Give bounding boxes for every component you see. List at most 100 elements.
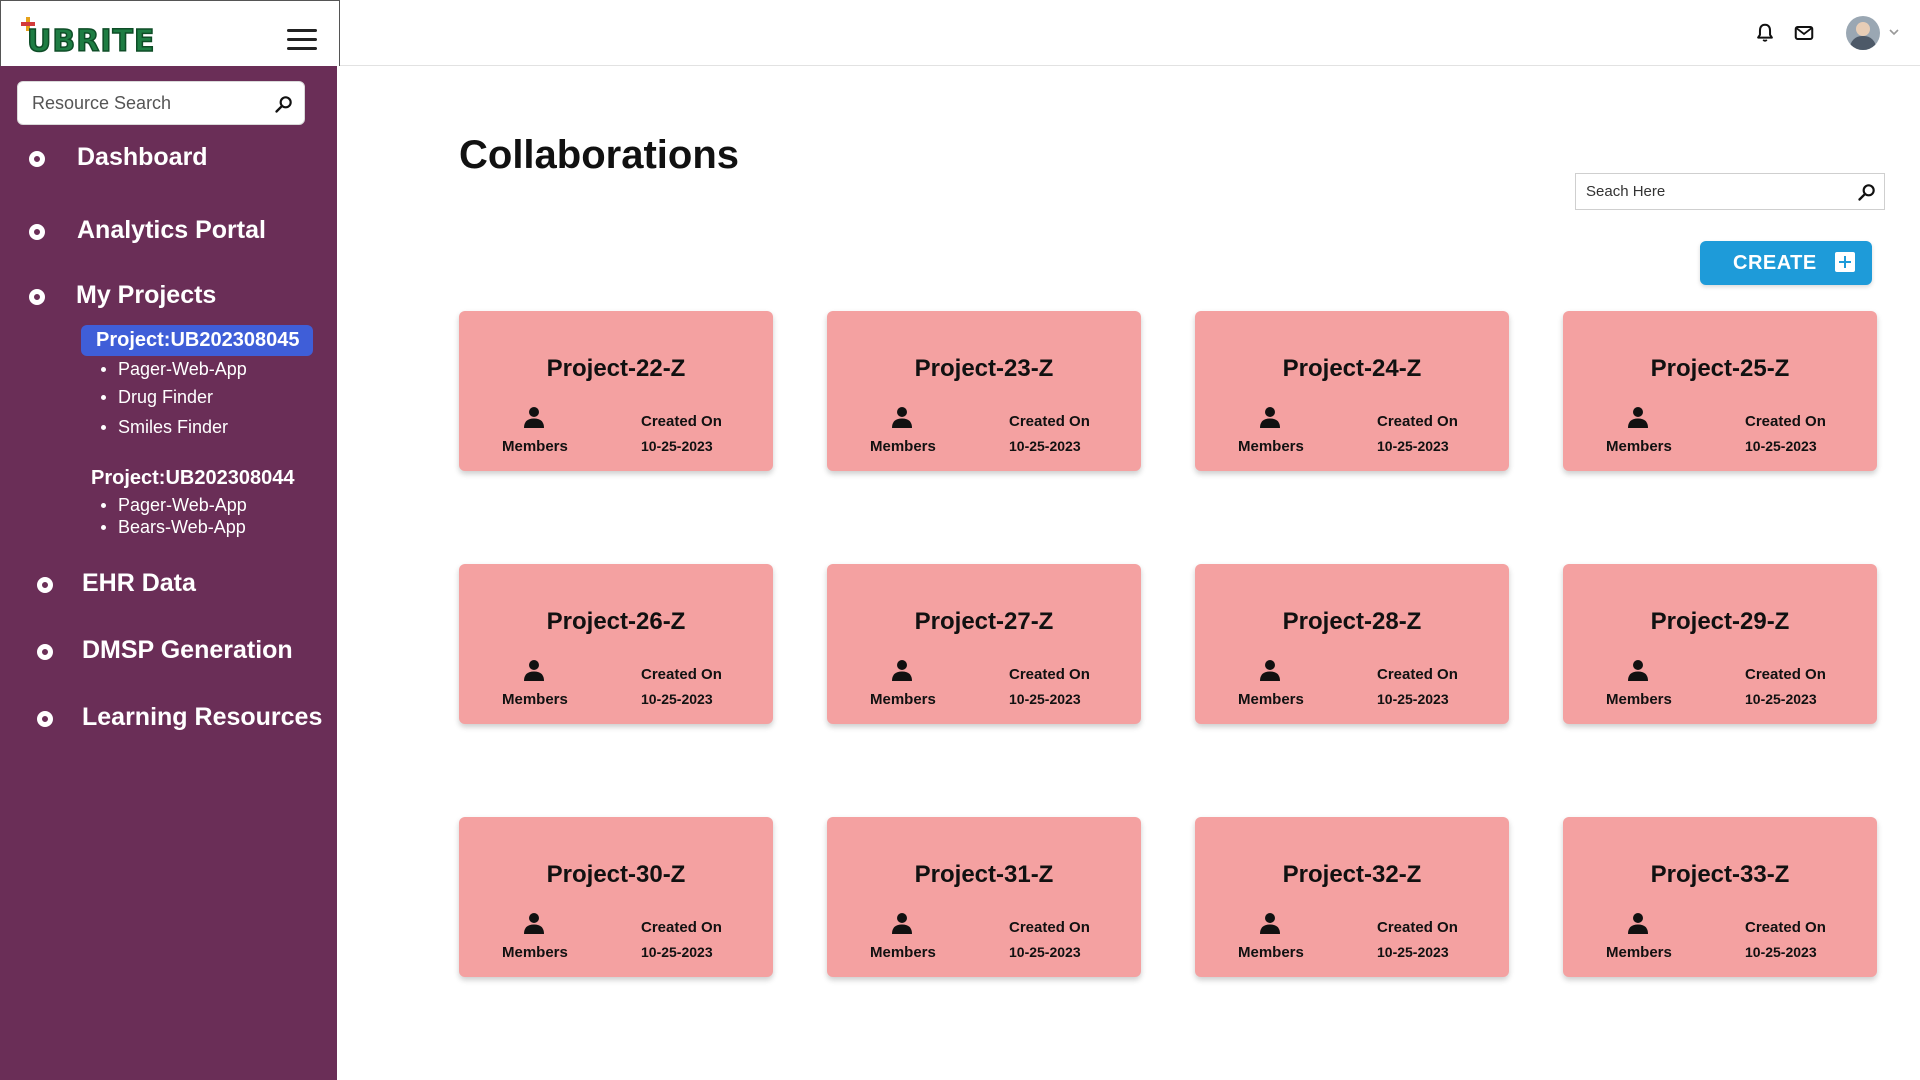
project-app-item[interactable]: Bears-Web-App: [101, 517, 246, 538]
created-on-label: Created On: [641, 666, 722, 683]
search-icon[interactable]: [274, 94, 294, 114]
bullet-icon: [29, 224, 45, 240]
created-on-label: Created On: [1009, 919, 1090, 936]
created-date: 10-25-2023: [641, 944, 713, 960]
project-card[interactable]: Project-25-Z Members Created On 10-25-20…: [1563, 311, 1877, 471]
create-button-label: CREATE: [1733, 252, 1817, 274]
search-icon[interactable]: [1857, 182, 1877, 202]
chevron-down-icon[interactable]: [1888, 26, 1900, 38]
created-date: 10-25-2023: [1377, 691, 1449, 707]
app-logo: UBRITE: [26, 24, 156, 59]
members-label: Members: [502, 438, 568, 455]
created-date: 10-25-2023: [1745, 691, 1817, 707]
project-card[interactable]: Project-28-Z Members Created On 10-25-20…: [1195, 564, 1509, 724]
project-card-title: Project-31-Z: [914, 861, 1054, 888]
project-app-item[interactable]: Pager-Web-App: [101, 359, 247, 380]
created-on-label: Created On: [1377, 666, 1458, 683]
members-label: Members: [1606, 944, 1672, 961]
project-card[interactable]: Project-32-Z Members Created On 10-25-20…: [1195, 817, 1509, 977]
created-on-label: Created On: [1377, 919, 1458, 936]
created-date: 10-25-2023: [1745, 438, 1817, 454]
bell-icon[interactable]: [1754, 22, 1776, 44]
nav-item-analytics-portal[interactable]: Analytics Portal: [0, 214, 337, 254]
top-bar: [340, 0, 1920, 66]
project-card[interactable]: Project-30-Z Members Created On 10-25-20…: [459, 817, 773, 977]
bullet-icon: [37, 644, 53, 660]
members-label: Members: [1606, 691, 1672, 708]
resource-search-input[interactable]: [32, 82, 262, 124]
collaborations-search-input[interactable]: [1586, 174, 1836, 209]
bullet-icon: [29, 151, 45, 167]
created-on-label: Created On: [641, 919, 722, 936]
nav-item-dashboard[interactable]: Dashboard: [0, 141, 337, 181]
created-on-label: Created On: [1377, 413, 1458, 430]
user-icon: [892, 660, 912, 681]
create-button[interactable]: CREATE: [1700, 241, 1872, 285]
created-on-label: Created On: [1745, 666, 1826, 683]
project-app-item[interactable]: Smiles Finder: [100, 417, 228, 438]
user-avatar[interactable]: [1846, 16, 1880, 50]
project-card-title: Project-30-Z: [546, 861, 686, 888]
created-date: 10-25-2023: [1009, 438, 1081, 454]
bullet-icon: [37, 711, 53, 727]
project-card-title: Project-33-Z: [1650, 861, 1790, 888]
project-card[interactable]: Project-27-Z Members Created On 10-25-20…: [827, 564, 1141, 724]
created-date: 10-25-2023: [1009, 944, 1081, 960]
project-card-title: Project-22-Z: [546, 355, 686, 382]
project-card[interactable]: Project-23-Z Members Created On 10-25-20…: [827, 311, 1141, 471]
project-card-title: Project-23-Z: [914, 355, 1054, 382]
collaborations-search-box: [1575, 173, 1885, 210]
mail-icon[interactable]: [1793, 22, 1815, 44]
created-on-label: Created On: [1745, 413, 1826, 430]
project-card[interactable]: Project-29-Z Members Created On 10-25-20…: [1563, 564, 1877, 724]
bullet-icon: [29, 289, 45, 305]
project-app-item[interactable]: Pager-Web-App: [101, 495, 247, 516]
nav-item-ehr-data[interactable]: EHR Data: [0, 568, 337, 608]
user-icon: [524, 407, 544, 428]
project-card-title: Project-28-Z: [1282, 608, 1422, 635]
created-on-label: Created On: [1009, 666, 1090, 683]
project-item-ub202308045[interactable]: Project:UB202308045: [81, 325, 314, 356]
created-date: 10-25-2023: [1009, 691, 1081, 707]
nav-item-dmsp-generation[interactable]: DMSP Generation: [0, 635, 337, 675]
members-label: Members: [870, 944, 936, 961]
user-icon: [1628, 407, 1648, 428]
members-label: Members: [1238, 691, 1304, 708]
user-icon: [1628, 913, 1648, 934]
created-on-label: Created On: [1009, 413, 1090, 430]
created-date: 10-25-2023: [641, 438, 713, 454]
logo-area: UBRITE: [0, 0, 340, 66]
project-item-ub202308044[interactable]: Project:UB202308044: [91, 467, 294, 490]
created-on-label: Created On: [1745, 919, 1826, 936]
members-label: Members: [502, 944, 568, 961]
page-title: Collaborations: [459, 133, 740, 177]
members-label: Members: [870, 691, 936, 708]
project-card-title: Project-26-Z: [546, 608, 686, 635]
project-card[interactable]: Project-33-Z Members Created On 10-25-20…: [1563, 817, 1877, 977]
members-label: Members: [1606, 438, 1672, 455]
nav-item-my-projects[interactable]: My Projects: [0, 280, 337, 320]
project-app-item[interactable]: Drug Finder: [100, 387, 213, 408]
hamburger-menu-icon[interactable]: [287, 29, 317, 51]
nav-label: Analytics Portal: [77, 216, 266, 244]
members-label: Members: [1238, 438, 1304, 455]
user-icon: [892, 407, 912, 428]
resource-search-box: [17, 81, 305, 125]
user-icon: [524, 913, 544, 934]
nav-item-learning-resources[interactable]: Learning Resources: [0, 702, 337, 742]
project-card[interactable]: Project-24-Z Members Created On 10-25-20…: [1195, 311, 1509, 471]
user-icon: [892, 913, 912, 934]
members-label: Members: [1238, 944, 1304, 961]
nav-label: Learning Resources: [82, 703, 323, 731]
members-label: Members: [870, 438, 936, 455]
user-icon: [1628, 660, 1648, 681]
members-label: Members: [502, 691, 568, 708]
created-on-label: Created On: [641, 413, 722, 430]
project-card-title: Project-32-Z: [1282, 861, 1422, 888]
project-card[interactable]: Project-22-Z Members Created On 10-25-20…: [459, 311, 773, 471]
project-card[interactable]: Project-31-Z Members Created On 10-25-20…: [827, 817, 1141, 977]
project-card[interactable]: Project-26-Z Members Created On 10-25-20…: [459, 564, 773, 724]
user-icon: [1260, 407, 1280, 428]
user-icon: [1260, 913, 1280, 934]
project-card-title: Project-25-Z: [1650, 355, 1790, 382]
